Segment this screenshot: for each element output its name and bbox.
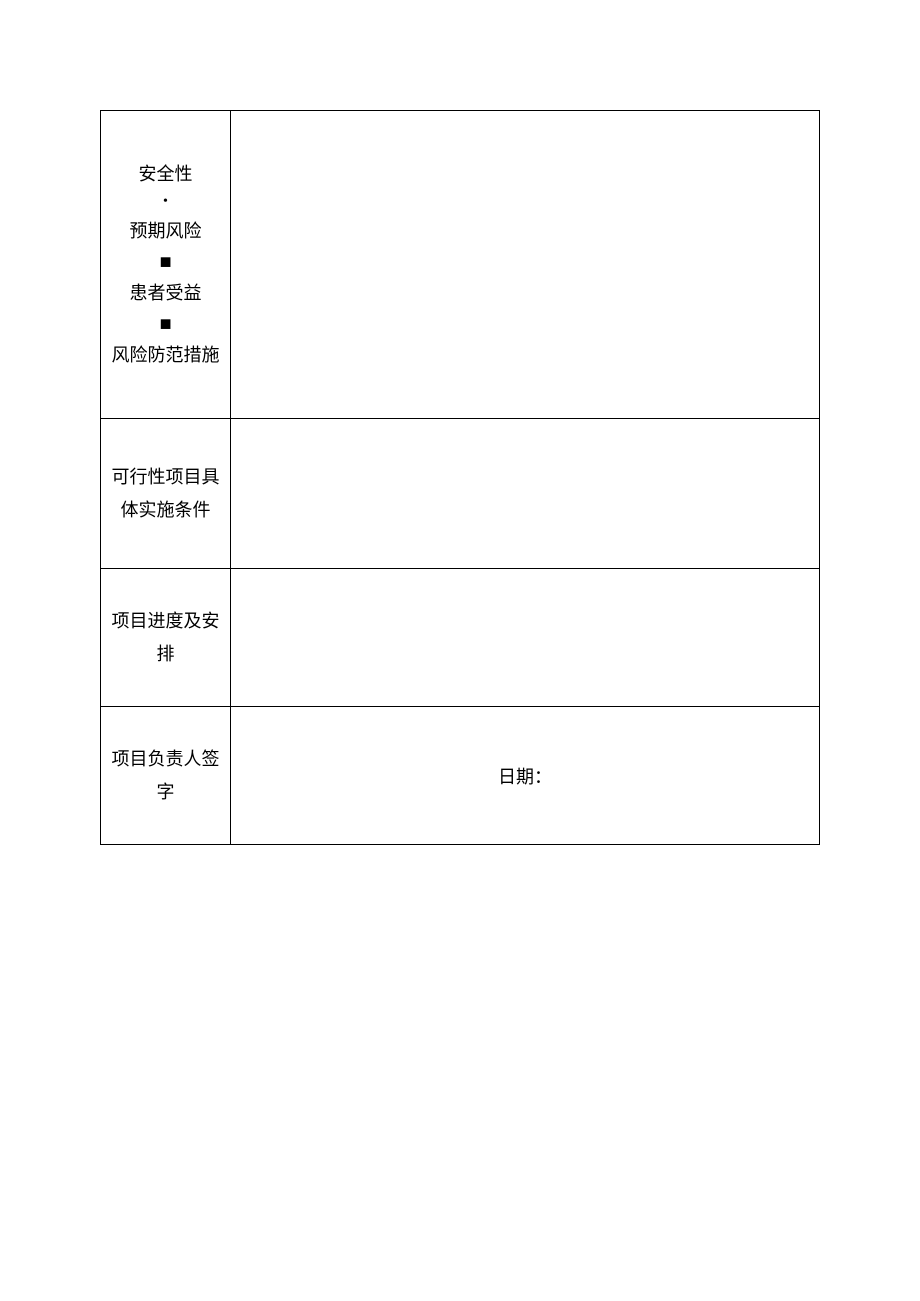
label-safety: 安全性 • 预期风险 ■ 患者受益 ■ 风险防范措施 — [101, 111, 231, 419]
content-signature: 日期： — [231, 707, 820, 845]
date-label: 日期： — [231, 763, 819, 789]
label-schedule-text: 项目进度及安排 — [101, 605, 230, 670]
content-schedule — [231, 569, 820, 707]
label-schedule: 项目进度及安排 — [101, 569, 231, 707]
label-signature-text: 项目负责人签字 — [101, 743, 230, 808]
content-feasibility — [231, 419, 820, 569]
label-prevention-line: 风险防范措施 — [112, 338, 220, 372]
label-feasibility-text: 可行性项目具体实施条件 — [101, 461, 230, 526]
row-schedule: 项目进度及安排 — [101, 569, 820, 707]
bullet-square-icon-2: ■ — [159, 310, 171, 338]
label-safety-line1: 安全性 — [139, 157, 193, 191]
row-signature: 项目负责人签字 日期： — [101, 707, 820, 845]
row-safety: 安全性 • 预期风险 ■ 患者受益 ■ 风险防范措施 — [101, 111, 820, 419]
bullet-dot-icon: • — [163, 191, 168, 213]
label-benefit-line: 患者受益 — [130, 276, 202, 310]
label-safety-inner: 安全性 • 预期风险 ■ 患者受益 ■ 风险防范措施 — [101, 111, 230, 418]
form-table: 安全性 • 预期风险 ■ 患者受益 ■ 风险防范措施 可行性项目具体实施条件 项… — [100, 110, 820, 845]
row-feasibility: 可行性项目具体实施条件 — [101, 419, 820, 569]
label-feasibility: 可行性项目具体实施条件 — [101, 419, 231, 569]
label-signature: 项目负责人签字 — [101, 707, 231, 845]
content-safety — [231, 111, 820, 419]
bullet-square-icon-1: ■ — [159, 248, 171, 276]
label-risk-line: 预期风险 — [130, 214, 202, 248]
